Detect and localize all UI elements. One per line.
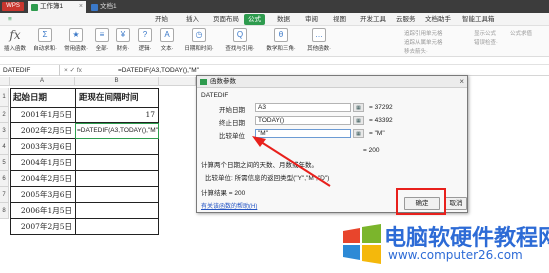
watermark-url: www.computer26.com xyxy=(388,248,523,262)
windows-logo-icon xyxy=(343,224,381,264)
